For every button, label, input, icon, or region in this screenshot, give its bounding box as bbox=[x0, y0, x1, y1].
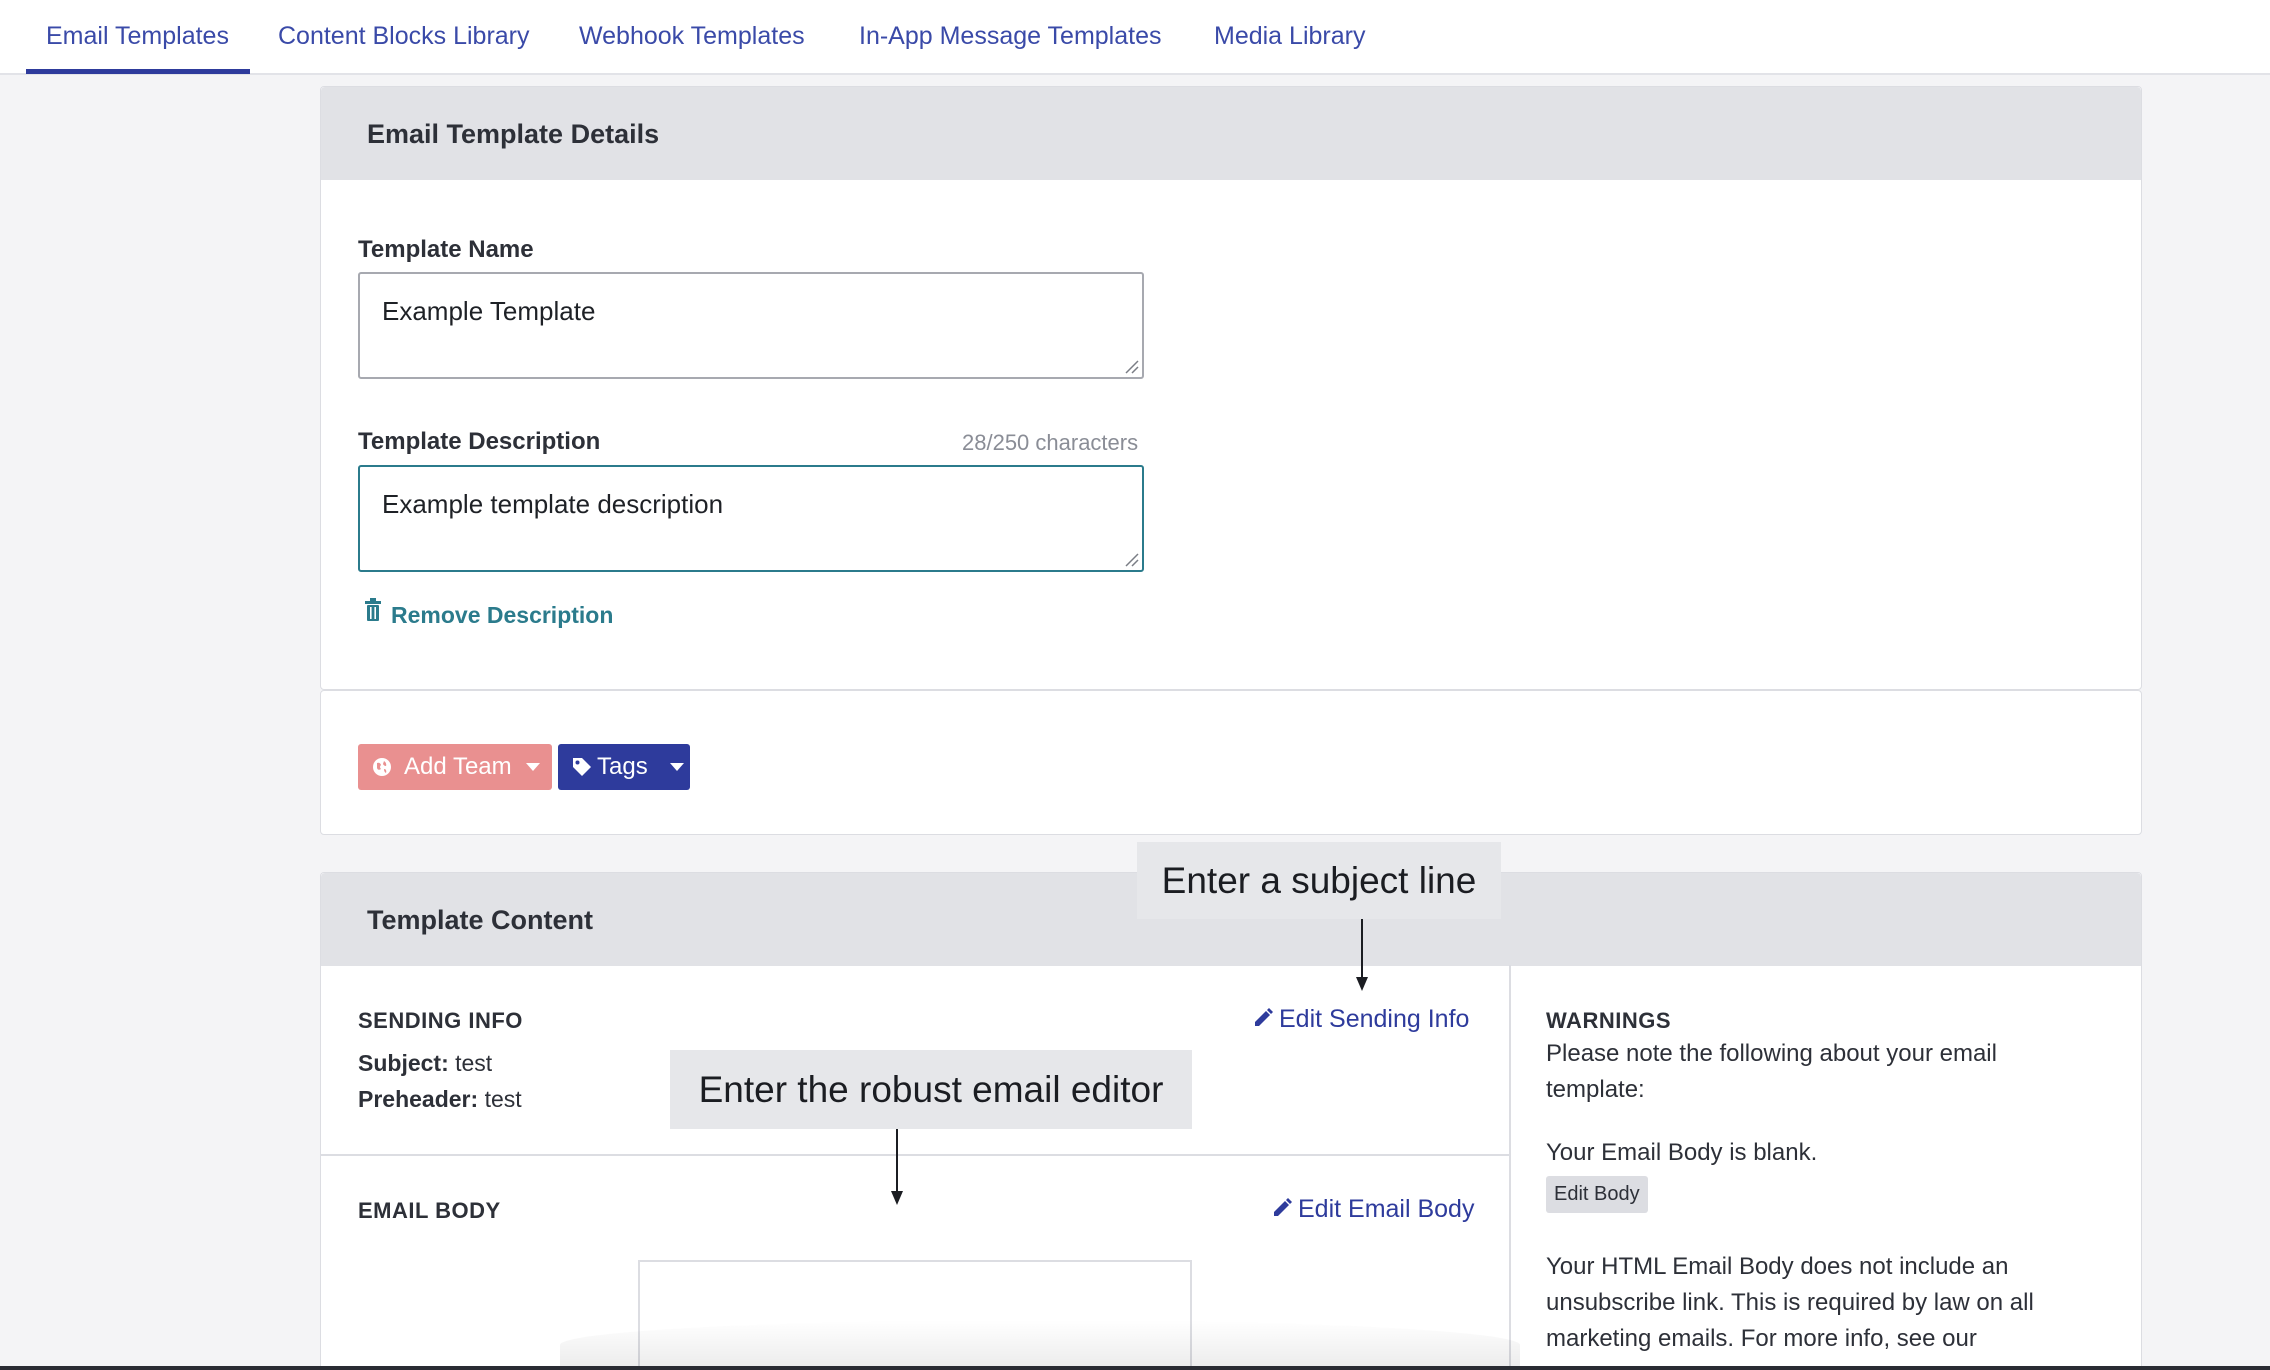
template-description-label: Template Description bbox=[358, 428, 601, 455]
pencil-icon[interactable] bbox=[1272, 1198, 1292, 1218]
template-name-label: Template Name bbox=[358, 236, 534, 263]
tab-content-blocks-library[interactable]: Content Blocks Library bbox=[278, 22, 530, 51]
subject-key: Subject: bbox=[358, 1050, 449, 1076]
floating-shadow bbox=[560, 1320, 1520, 1370]
trash-icon[interactable] bbox=[364, 598, 382, 622]
template-description-input[interactable]: Example template description bbox=[358, 465, 1144, 572]
unsubscribe-warning: Your HTML Email Body does not include an… bbox=[1546, 1253, 2034, 1352]
arrow-down-icon bbox=[1356, 977, 1368, 991]
chevron-down-icon bbox=[525, 763, 540, 771]
arrow-down-icon bbox=[891, 1191, 903, 1205]
chevron-down-icon bbox=[669, 763, 684, 771]
subject-line-callout-text: Enter a subject line bbox=[1161, 859, 1477, 901]
content-column-divider bbox=[1509, 965, 1511, 1370]
details-card-title: Email Template Details bbox=[367, 119, 660, 149]
add-team-label: Add Team bbox=[404, 753, 512, 780]
template-name-value: Example Template bbox=[382, 296, 596, 326]
resize-grip-icon[interactable] bbox=[1123, 551, 1139, 567]
edit-sending-info-link[interactable]: Edit Sending Info bbox=[1279, 1005, 1469, 1034]
resize-grip-icon[interactable] bbox=[1123, 358, 1139, 374]
tags-button[interactable]: Tags bbox=[558, 744, 690, 790]
globe-icon bbox=[373, 758, 391, 776]
content-card-title: Template Content bbox=[367, 905, 594, 935]
sending-info-divider bbox=[321, 1154, 1509, 1156]
warnings-intro: Please note the following about your ema… bbox=[1546, 1040, 1997, 1103]
email-editor-callout-text: Enter the robust email editor bbox=[698, 1068, 1164, 1110]
preheader-key: Preheader: bbox=[358, 1086, 479, 1112]
tab-email-templates[interactable]: Email Templates bbox=[46, 22, 229, 51]
tab-media-library[interactable]: Media Library bbox=[1214, 22, 1365, 51]
subject-value: test bbox=[455, 1050, 493, 1076]
editor-callout-arrow-line bbox=[896, 1129, 898, 1193]
description-char-count: 28/250 characters bbox=[962, 430, 1139, 455]
template-details-card: Email Template Details bbox=[320, 86, 2142, 690]
bottom-edge bbox=[0, 1366, 2270, 1370]
subject-callout-arrow-line bbox=[1361, 919, 1363, 979]
template-description-value: Example template description bbox=[382, 489, 724, 519]
sending-info-label: SENDING INFO bbox=[358, 1008, 523, 1033]
edit-body-button[interactable]: Edit Body bbox=[1546, 1176, 1648, 1213]
email-editor-callout: Enter the robust email editor bbox=[670, 1050, 1192, 1129]
template-name-input[interactable]: Example Template bbox=[358, 272, 1144, 379]
preheader-value: test bbox=[484, 1086, 522, 1112]
warnings-label: WARNINGS bbox=[1546, 1008, 1671, 1033]
tab-in-app-message-templates[interactable]: In-App Message Templates bbox=[859, 22, 1161, 51]
subject-line-callout: Enter a subject line bbox=[1137, 842, 1501, 919]
preheader-row: Preheader: test bbox=[358, 1086, 522, 1113]
remove-description-link[interactable]: Remove Description bbox=[391, 602, 613, 629]
subject-row: Subject: test bbox=[358, 1050, 492, 1077]
edit-email-body-link[interactable]: Edit Email Body bbox=[1298, 1195, 1474, 1224]
tab-webhook-templates[interactable]: Webhook Templates bbox=[579, 22, 805, 51]
tag-icon bbox=[573, 758, 591, 776]
tags-label: Tags bbox=[597, 753, 648, 780]
blank-body-warning: Your Email Body is blank. bbox=[1546, 1139, 1818, 1166]
pencil-icon[interactable] bbox=[1253, 1008, 1273, 1028]
details-card-header: Email Template Details bbox=[321, 87, 2141, 180]
add-team-button[interactable]: Add Team bbox=[358, 744, 552, 790]
active-tab-indicator bbox=[26, 69, 250, 74]
email-body-label: EMAIL BODY bbox=[358, 1198, 501, 1223]
top-nav: Email Templates Content Blocks Library W… bbox=[0, 0, 2270, 75]
edit-body-label: Edit Body bbox=[1554, 1183, 1640, 1205]
